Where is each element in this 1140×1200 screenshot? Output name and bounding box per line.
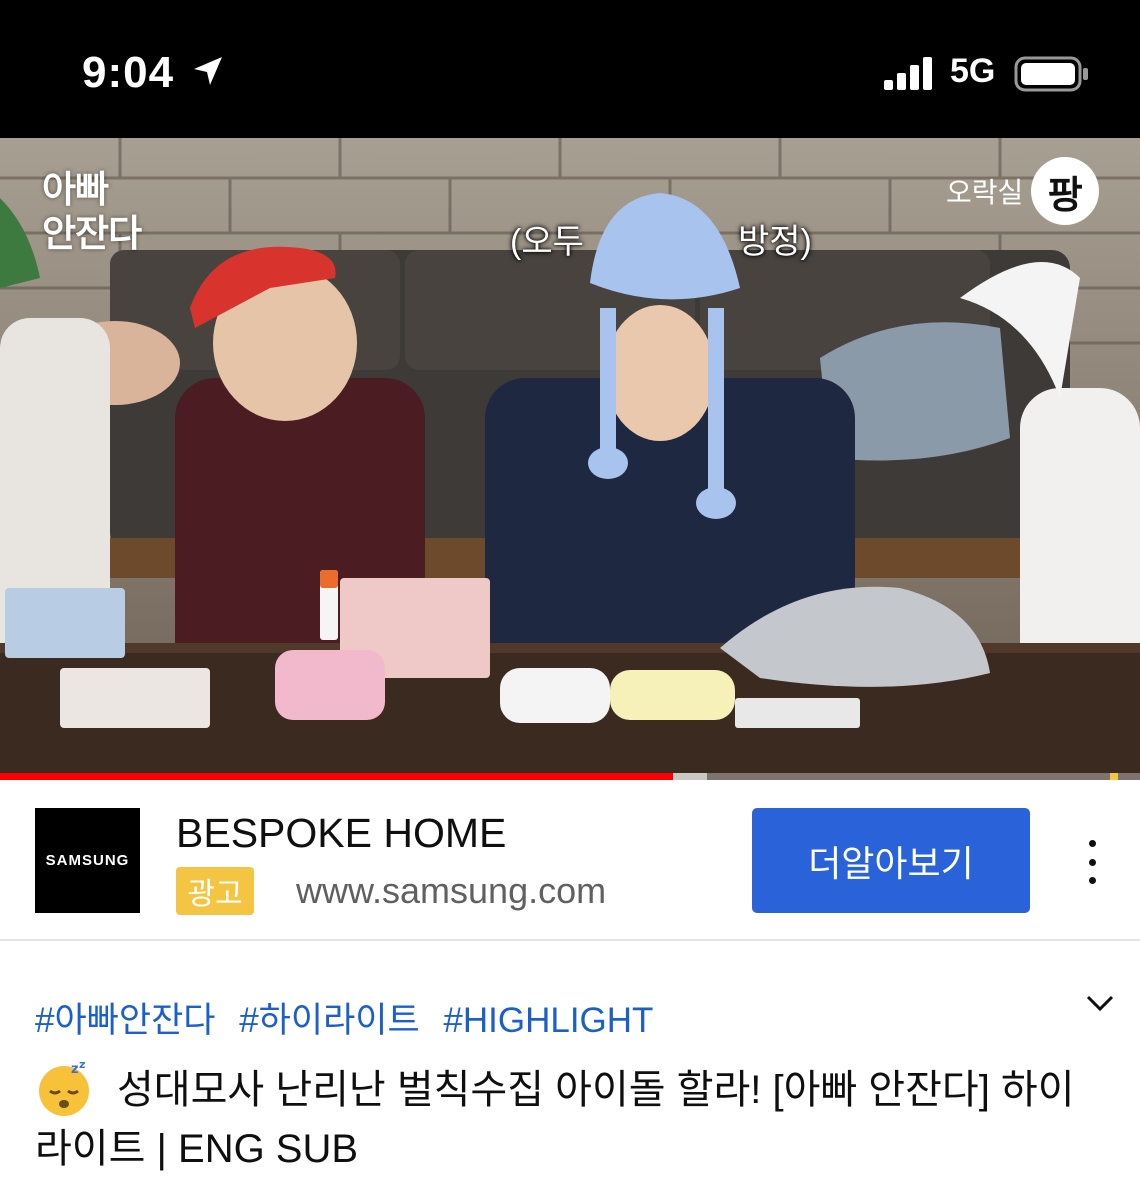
subtitle-left: (오두 [510,223,584,261]
channel-logo-text: 오락실 [946,177,1024,208]
hashtags: #아빠안잔다 #하이라이트 #HIGHLIGHT [35,992,667,1043]
divider [0,939,1140,941]
subtitle-right: 방정) [738,223,812,261]
hashtag-link[interactable]: #HIGHLIGHT [443,1001,653,1040]
cellular-signal-icon [884,57,932,90]
status-bar: 9:04 5G [0,0,1140,138]
ad-marker [1110,773,1118,780]
chevron-down-icon[interactable] [1086,994,1114,1014]
menu-dot [1088,840,1096,847]
channel-badge: 팡 [1031,157,1100,225]
show-logo: 아빠 안잔다 [42,168,162,256]
more-options-icon[interactable] [1078,840,1106,884]
ad-banner[interactable]: SAMSUNG BESPOKE HOME 광고 www.samsung.com … [0,780,1140,940]
ad-title[interactable]: BESPOKE HOME [176,810,506,857]
video-player[interactable]: 아빠 안잔다 오락실 팡 (오두 방정) [0,138,1140,780]
svg-text:z: z [79,1059,85,1071]
progress-bar[interactable] [0,773,1140,780]
progress-fill [0,773,673,780]
learn-more-button[interactable]: 더알아보기 [752,808,1030,913]
location-arrow-icon [194,57,222,85]
menu-dot [1088,858,1096,866]
ad-badge: 광고 [176,867,254,915]
video-title[interactable]: z z 성대모사 난리난 벌칙수집 아이돌 할라! [아빠 안잔다] 하이라이트… [35,1059,1095,1177]
advertiser-logo[interactable]: SAMSUNG [35,808,140,913]
menu-dot [1088,877,1096,884]
show-logo-line-2: 안잔다 [42,213,142,254]
sleeping-face-icon: z z [39,1059,89,1117]
clock: 9:04 [82,48,175,97]
ad-url[interactable]: www.samsung.com [296,870,606,912]
network-type: 5G [950,52,996,90]
hashtag-link[interactable]: #하이라이트 [239,1001,419,1040]
battery-icon [1014,56,1088,92]
video-title-text: 성대모사 난리난 벌칙수집 아이돌 할라! [아빠 안잔다] 하이라이트 | E… [35,1068,1075,1172]
channel-logo: 오락실 팡 [946,157,1100,225]
hashtag-link[interactable]: #아빠안잔다 [35,1001,215,1040]
svg-text:z: z [71,1062,79,1077]
show-logo-line-1: 아빠 [42,169,109,210]
